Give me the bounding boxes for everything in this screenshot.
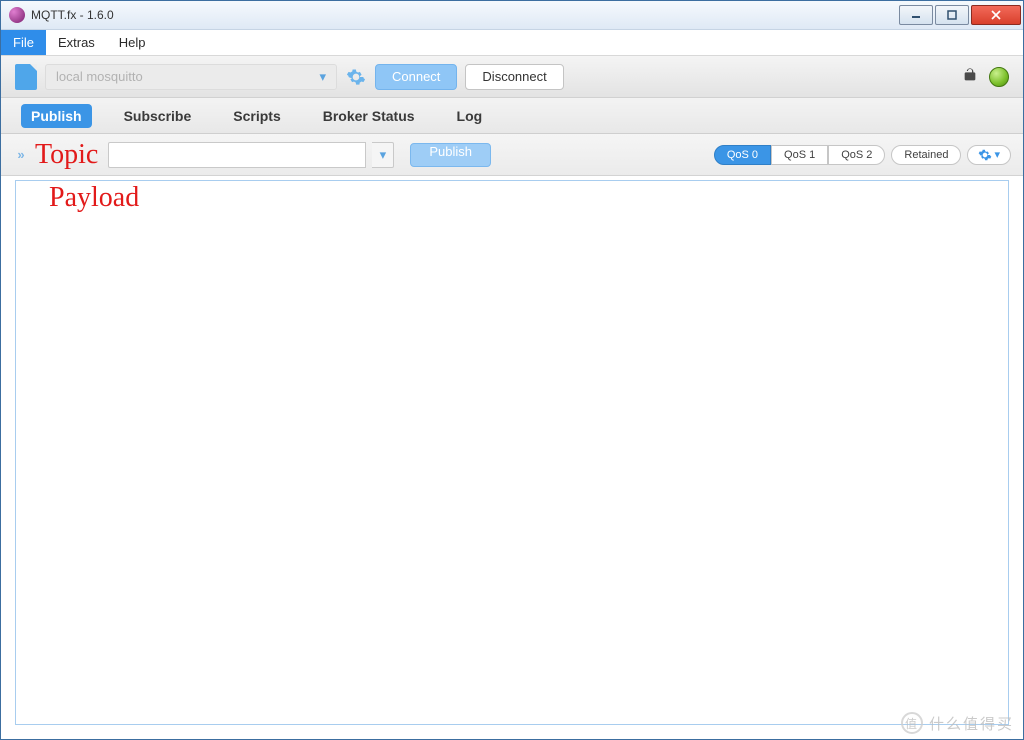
profile-name: local mosquitto [56, 69, 143, 84]
connect-button[interactable]: Connect [375, 64, 457, 90]
close-button[interactable] [971, 5, 1021, 25]
profile-icon[interactable] [15, 64, 37, 90]
payload-editor[interactable] [15, 180, 1009, 725]
qos-group: QoS 0 QoS 1 QoS 2 [714, 145, 886, 165]
qos-1-button[interactable]: QoS 1 [771, 145, 828, 165]
connection-bar: local mosquitto ▾ Connect Disconnect [1, 56, 1023, 98]
menu-extras[interactable]: Extras [46, 30, 107, 55]
watermark-logo-icon: 值 [901, 712, 923, 734]
chevron-down-icon: ▾ [380, 147, 387, 163]
qos-0-button[interactable]: QoS 0 [714, 145, 771, 165]
app-icon [9, 7, 25, 23]
lock-icon [961, 67, 979, 86]
watermark: 值 什么值得买 [901, 712, 1014, 734]
chevron-down-icon: ▾ [319, 69, 326, 85]
payload-section: Payload [1, 176, 1023, 739]
menu-file[interactable]: File [1, 30, 46, 55]
maximize-button[interactable] [935, 5, 969, 25]
topic-dropdown-button[interactable]: ▾ [372, 142, 394, 168]
tab-scripts[interactable]: Scripts [223, 104, 290, 128]
publish-settings-button[interactable]: ▾ [967, 145, 1011, 165]
minimize-icon [911, 10, 921, 20]
tab-publish[interactable]: Publish [21, 104, 92, 128]
profile-dropdown[interactable]: local mosquitto ▾ [45, 64, 337, 90]
connection-status-indicator [989, 67, 1009, 87]
menu-bar: File Extras Help [1, 30, 1023, 56]
tab-broker-status[interactable]: Broker Status [313, 104, 425, 128]
gear-icon [346, 67, 366, 87]
tab-subscribe[interactable]: Subscribe [114, 104, 202, 128]
tab-bar: Publish Subscribe Scripts Broker Status … [1, 98, 1023, 134]
settings-button[interactable] [345, 66, 367, 88]
tab-log[interactable]: Log [447, 104, 493, 128]
menu-help[interactable]: Help [107, 30, 158, 55]
minimize-button[interactable] [899, 5, 933, 25]
window-title: MQTT.fx - 1.6.0 [31, 8, 114, 22]
retained-toggle[interactable]: Retained [891, 145, 961, 165]
maximize-icon [947, 10, 957, 20]
app-window: MQTT.fx - 1.6.0 File Extras Help local m… [0, 0, 1024, 740]
qos-2-button[interactable]: QoS 2 [828, 145, 885, 165]
title-bar: MQTT.fx - 1.6.0 [1, 1, 1023, 30]
gear-icon [978, 148, 992, 162]
topic-annotation: Topic [35, 139, 98, 171]
topic-input[interactable] [108, 142, 366, 168]
publish-button[interactable]: Publish [410, 143, 491, 167]
close-icon [990, 10, 1002, 20]
disconnect-button[interactable]: Disconnect [465, 64, 563, 90]
publish-topic-row: » Topic ▾ Publish QoS 0 QoS 1 QoS 2 Reta… [1, 134, 1023, 176]
watermark-text: 什么值得买 [929, 713, 1014, 734]
expand-icon[interactable]: » [13, 147, 29, 162]
